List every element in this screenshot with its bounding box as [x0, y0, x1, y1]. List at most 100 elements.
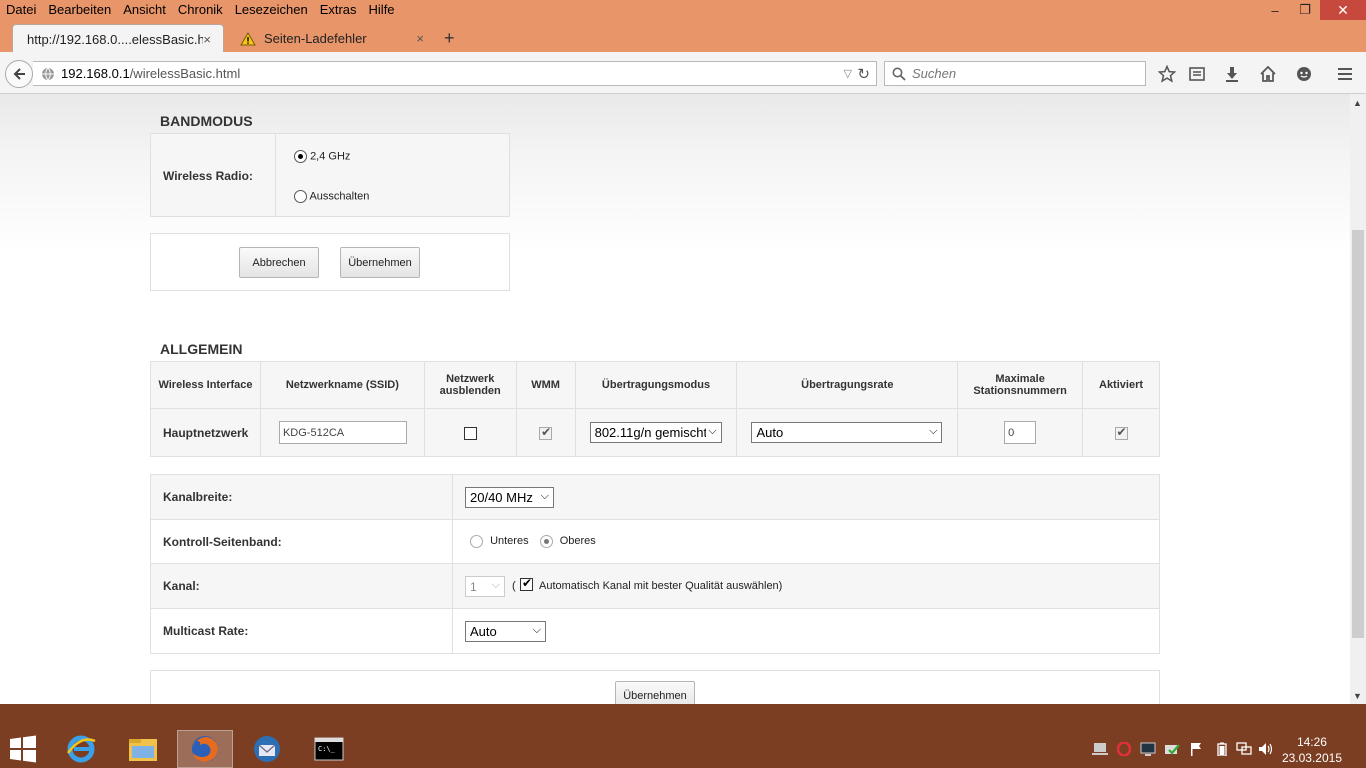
hamburger-menu-icon[interactable] [1335, 64, 1355, 84]
radio-ausschalten-label: Ausschalten [309, 190, 370, 203]
uebertragungsmodus-select[interactable]: 802.11g/n gemischt ⌵ [589, 422, 722, 443]
flag-icon[interactable] [1188, 742, 1204, 756]
header-wmm: WMM [515, 361, 576, 409]
chevron-down-icon: ⌵ [530, 624, 541, 637]
kanalbreite-value: 20/40 MHz [470, 490, 533, 505]
page-content: BANDMODUS Wireless Radio: 2,4 GHz Aussch… [0, 94, 1350, 704]
search-input[interactable] [912, 66, 1132, 81]
menu-bearbeiten[interactable]: Bearbeiten [42, 0, 117, 20]
radio-24ghz[interactable] [294, 150, 307, 163]
menu-ansicht[interactable]: Ansicht [117, 0, 172, 20]
kanal-value: 1 [470, 579, 477, 594]
restore-button[interactable]: ❐ [1290, 0, 1320, 20]
settings-table: Kanalbreite: 20/40 MHz ⌵ Kontroll-Seiten… [150, 474, 1160, 654]
tab-close-icon[interactable]: × [416, 31, 424, 46]
file-explorer-icon[interactable] [115, 730, 171, 768]
menu-datei[interactable]: Datei [0, 0, 42, 20]
chevron-down-icon: ⌵ [489, 579, 500, 592]
scroll-down-icon[interactable]: ▼ [1353, 691, 1362, 701]
url-dropdown-icon[interactable]: ▽ [844, 67, 852, 80]
max-stations-input[interactable]: 0 [1004, 421, 1037, 444]
ssid-input[interactable]: KDG-512CA [278, 421, 407, 444]
kanal-select: 1 ⌵ [465, 576, 505, 597]
tab-label: http://192.168.0....elessBasic.html [27, 31, 204, 47]
seitenband-label: Kontroll-Seitenband: [163, 534, 282, 549]
volume-icon[interactable] [1258, 742, 1274, 756]
network-icon[interactable] [1236, 742, 1252, 756]
interface-name: Hauptnetzwerk [163, 425, 249, 440]
vertical-scrollbar[interactable]: ▲ ▼ [1350, 94, 1366, 704]
search-bar[interactable] [884, 61, 1146, 86]
url-text: 192.168.0.1/wirelessBasic.html [61, 66, 240, 81]
navigation-toolbar: 192.168.0.1/wirelessBasic.html ▽ ↻ [0, 52, 1366, 94]
table-row: Kanal: 1 ⌵ ( ✔ Automatisch Kanal mit bes… [150, 563, 1160, 609]
multicast-value: Auto [470, 624, 497, 639]
close-window-button[interactable]: ✕ [1320, 0, 1366, 20]
bandmodus-title: BANDMODUS [160, 113, 253, 129]
settings-buttons-box: Übernehmen [150, 670, 1160, 704]
radio-option-ausschalten[interactable]: Ausschalten [294, 190, 369, 203]
chevron-down-icon: ⌵ [538, 490, 549, 503]
uebertragungsrate-select[interactable]: Auto ⌵ [751, 422, 943, 443]
warning-icon [240, 31, 256, 45]
firefox-icon[interactable] [177, 730, 233, 768]
tab-seiten-ladefehler[interactable]: Seiten-Ladefehler × [226, 24, 436, 53]
thunderbird-icon[interactable] [239, 730, 295, 768]
scroll-thumb[interactable] [1352, 230, 1364, 638]
window-titlebar: Datei Bearbeiten Ansicht Chronik Lesezei… [0, 0, 1366, 53]
allgemein-title: ALLGEMEIN [160, 341, 243, 357]
back-button[interactable] [5, 60, 33, 88]
menu-chronik[interactable]: Chronik [172, 0, 229, 20]
chat-icon[interactable] [1294, 64, 1314, 84]
enabled-checkbox: ✔ [1114, 424, 1128, 440]
menu-hilfe[interactable]: Hilfe [363, 0, 401, 20]
back-arrow-icon [13, 68, 25, 80]
cancel-button[interactable]: Abbrechen [239, 247, 319, 278]
windows-taskbar: C:\_ 14:26 23.03.2015 [0, 704, 1366, 768]
uebertragungsrate-value: Auto [756, 425, 784, 440]
radio-ausschalten[interactable] [294, 190, 307, 203]
hide-network-checkbox[interactable] [463, 426, 477, 440]
auto-channel-checkbox[interactable]: ✔ [520, 576, 533, 591]
url-host: 192.168.0.1 [61, 66, 130, 81]
internet-explorer-icon[interactable] [53, 730, 109, 768]
multicast-select[interactable]: Auto ⌵ [465, 621, 546, 642]
radio-option-24ghz[interactable]: 2,4 GHz [294, 150, 350, 163]
system-clock[interactable]: 14:26 23.03.2015 [1282, 734, 1342, 766]
windows-start-icon[interactable] [8, 734, 38, 767]
kanalbreite-label: Kanalbreite: [163, 490, 233, 504]
paren-open: ( [512, 580, 516, 592]
new-tab-button[interactable]: + [444, 28, 455, 49]
table-row: Hauptnetzwerk KDG-512CA ✔ 802.11g/n gemi… [150, 408, 1160, 457]
apply-button-settings[interactable]: Übernehmen [615, 681, 695, 704]
menu-lesezeichen[interactable]: Lesezeichen [229, 0, 314, 20]
bookmarks-list-icon[interactable] [1187, 64, 1207, 84]
reload-icon[interactable]: ↻ [857, 65, 870, 83]
display-icon[interactable] [1140, 742, 1156, 756]
radio-unteres-label: Unteres [490, 535, 529, 548]
minimize-button[interactable]: – [1260, 0, 1290, 20]
search-icon [892, 67, 906, 81]
chevron-down-icon: ⌵ [706, 425, 717, 438]
header-netzwerk-ausblenden: Netzwerk ausblenden [423, 361, 517, 409]
tab-close-icon[interactable]: × [203, 32, 211, 47]
url-bar[interactable]: 192.168.0.1/wirelessBasic.html ▽ ↻ [33, 61, 877, 86]
radio-24ghz-label: 2,4 GHz [310, 150, 351, 163]
notebook-icon[interactable] [1092, 742, 1108, 756]
battery-icon[interactable] [1214, 742, 1230, 757]
header-wireless-interface: Wireless Interface [150, 361, 261, 409]
scroll-up-icon[interactable]: ▲ [1353, 98, 1362, 108]
apply-button-bandmodus[interactable]: Übernehmen [340, 247, 420, 278]
sync-icon[interactable] [1164, 742, 1180, 756]
bookmark-star-icon[interactable] [1157, 64, 1177, 84]
header-ssid: Netzwerkname (SSID) [259, 361, 425, 409]
tab-wireless-basic[interactable]: http://192.168.0....elessBasic.html × [12, 24, 224, 53]
menu-extras[interactable]: Extras [314, 0, 363, 20]
globe-icon [42, 67, 54, 80]
download-icon[interactable] [1222, 64, 1242, 84]
wireless-radio-label: Wireless Radio: [163, 169, 253, 183]
opera-icon[interactable] [1116, 741, 1132, 757]
kanalbreite-select[interactable]: 20/40 MHz ⌵ [465, 487, 554, 508]
command-prompt-icon[interactable]: C:\_ [301, 730, 357, 768]
home-icon[interactable] [1258, 64, 1278, 84]
